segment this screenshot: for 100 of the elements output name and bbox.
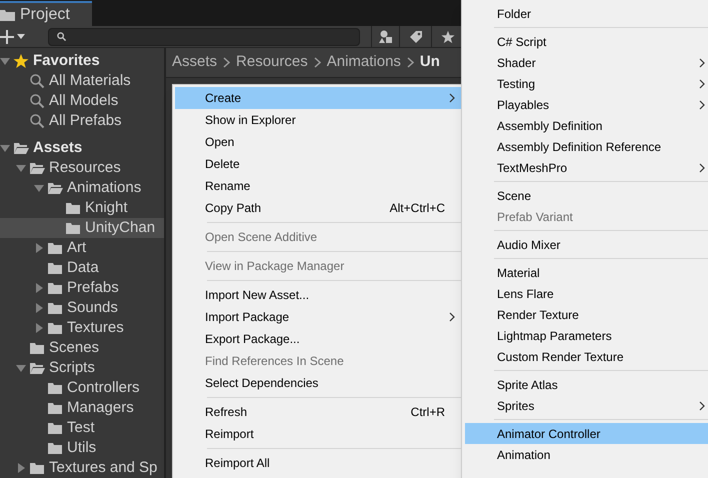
expanded-arrow-icon[interactable] xyxy=(16,163,26,173)
menu-item[interactable]: Lightmap Parameters xyxy=(465,325,708,346)
folder-icon xyxy=(47,241,63,255)
tree-item[interactable]: All Materials xyxy=(0,71,164,91)
search-icon xyxy=(29,113,45,129)
folder-icon xyxy=(29,461,45,475)
project-tab[interactable]: Project xyxy=(0,1,92,26)
collapsed-arrow-icon[interactable] xyxy=(34,323,44,333)
breadcrumb-item[interactable]: Un xyxy=(420,51,440,74)
menu-item[interactable]: Delete xyxy=(175,153,461,175)
folder-icon xyxy=(47,261,63,275)
menu-item[interactable]: Assembly Definition xyxy=(465,115,708,136)
tree-item[interactable]: Prefabs xyxy=(0,278,164,298)
menu-item[interactable]: Reimport All xyxy=(175,452,461,474)
collapsed-arrow-icon[interactable] xyxy=(34,303,44,313)
menu-item[interactable]: Scene xyxy=(465,185,708,206)
folder-icon xyxy=(47,321,63,335)
breadcrumb-item[interactable]: Resources xyxy=(236,51,308,74)
shapes-icon xyxy=(378,30,392,44)
menu-item[interactable]: Export Package... xyxy=(175,328,461,350)
breadcrumb-item[interactable]: Assets xyxy=(172,51,218,74)
menu-item[interactable]: Folder xyxy=(465,3,708,24)
tree-item[interactable]: Textures and Sp xyxy=(0,458,164,478)
folder-icon xyxy=(29,341,45,355)
tree-item[interactable]: Resources xyxy=(0,158,164,178)
menu-item[interactable]: Material xyxy=(465,262,708,283)
folder-icon xyxy=(65,221,81,235)
chevron-right-icon xyxy=(223,57,230,68)
folder-icon xyxy=(47,441,63,455)
tree-item[interactable]: Controllers xyxy=(0,378,164,398)
caret-icon xyxy=(17,34,25,39)
collapsed-arrow-icon[interactable] xyxy=(16,463,26,473)
expanded-arrow-icon[interactable] xyxy=(34,183,44,193)
menu-item[interactable]: Show in Explorer xyxy=(175,109,461,131)
tree-item[interactable]: Scripts xyxy=(0,358,164,378)
menu-item[interactable]: TextMeshPro xyxy=(465,157,708,178)
menu-item[interactable]: Audio Mixer xyxy=(465,234,708,255)
plus-icon xyxy=(0,30,14,44)
menu-item[interactable]: Sprite Atlas xyxy=(465,374,708,395)
menu-item[interactable]: Rename xyxy=(175,175,461,197)
menu-item[interactable]: Reimport xyxy=(175,423,461,445)
tree-item[interactable]: Animations xyxy=(0,178,164,198)
tree-item[interactable]: All Models xyxy=(0,91,164,111)
collapsed-arrow-icon[interactable] xyxy=(34,283,44,293)
menu-item[interactable]: Refresh Ctrl+R xyxy=(175,401,461,423)
expanded-arrow-icon[interactable] xyxy=(0,56,10,66)
search-icon xyxy=(57,32,66,41)
star-icon xyxy=(440,30,454,44)
tree-item[interactable]: Test xyxy=(0,418,164,438)
collapsed-arrow-icon[interactable] xyxy=(34,243,44,253)
menu-item[interactable]: Create xyxy=(175,87,461,109)
expanded-arrow-icon[interactable] xyxy=(16,363,26,373)
tree-item[interactable]: Sounds xyxy=(0,298,164,318)
menu-item[interactable]: Open xyxy=(175,131,461,153)
search-icon xyxy=(29,73,45,89)
menu-item[interactable]: Import Package xyxy=(175,306,461,328)
folder-icon xyxy=(47,301,63,315)
chevron-right-icon xyxy=(314,57,321,68)
tree-item[interactable]: Scenes xyxy=(0,338,164,358)
tree-item[interactable]: Art xyxy=(0,238,164,258)
menu-item[interactable]: Render Texture xyxy=(465,304,708,325)
search-icon xyxy=(29,93,45,109)
menu-item[interactable]: Animator Controller xyxy=(465,423,708,444)
breadcrumb-item[interactable]: Animations xyxy=(326,51,401,74)
tree-item[interactable]: Knight xyxy=(0,198,164,218)
tree-item[interactable]: Utils xyxy=(0,438,164,458)
tag-icon xyxy=(408,30,422,44)
menu-item[interactable]: Select Dependencies xyxy=(175,372,461,394)
chevron-right-icon xyxy=(406,57,414,68)
search-field[interactable] xyxy=(48,28,360,46)
tree-item[interactable]: Textures xyxy=(0,318,164,338)
tree-item[interactable]: All Prefabs xyxy=(0,111,164,131)
menu-item[interactable]: C# Script xyxy=(465,31,708,52)
tree-item[interactable]: Favorites xyxy=(0,51,164,71)
menu-item[interactable]: Assembly Definition Reference xyxy=(465,136,708,157)
menu-item[interactable]: Sprites xyxy=(465,395,708,416)
open-folder-icon xyxy=(29,361,45,375)
tree-item[interactable]: Managers xyxy=(0,398,164,418)
menu-item[interactable]: Custom Render Texture xyxy=(465,346,708,367)
menu-item[interactable]: Shader xyxy=(465,52,708,73)
menu-item[interactable]: Copy Path Alt+Ctrl+C xyxy=(175,197,461,219)
folder-icon xyxy=(47,421,63,435)
folder-icon xyxy=(65,201,81,215)
tree-item[interactable]: UnityChan xyxy=(0,218,164,238)
menu-item[interactable]: Lens Flare xyxy=(465,283,708,304)
open-folder-icon xyxy=(29,161,45,175)
folder-icon xyxy=(47,381,63,395)
open-folder-icon xyxy=(47,181,63,195)
folder-icon xyxy=(47,401,63,415)
star-icon xyxy=(13,53,29,69)
expanded-arrow-icon[interactable] xyxy=(0,143,10,153)
tree-item[interactable]: Data xyxy=(0,258,164,278)
menu-item[interactable]: Animation xyxy=(465,444,708,465)
folder-icon xyxy=(47,281,63,295)
menu-item[interactable]: Testing xyxy=(465,73,708,94)
menu-item[interactable]: Playables xyxy=(465,94,708,115)
tree-item[interactable]: Assets xyxy=(0,138,164,158)
menu-item[interactable]: Import New Asset... xyxy=(175,284,461,306)
open-folder-icon xyxy=(13,141,29,155)
folder-icon xyxy=(0,8,16,22)
